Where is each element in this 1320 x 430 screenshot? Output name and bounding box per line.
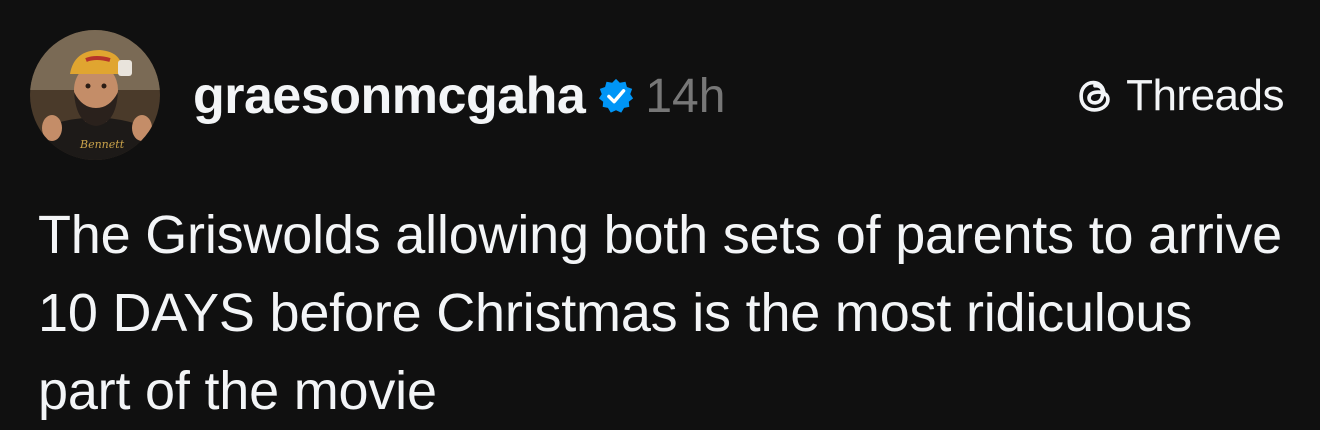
svg-text:Bennett: Bennett <box>79 138 125 151</box>
post-text: The Griswolds allowing both sets of pare… <box>38 205 1282 421</box>
avatar[interactable]: Bennett <box>30 30 160 160</box>
profile-photo: Bennett <box>30 30 160 160</box>
post-timestamp: 14h <box>645 69 726 123</box>
threads-logo-icon <box>1072 73 1118 119</box>
threads-label: Threads <box>1126 71 1284 120</box>
username-link[interactable]: graesonmcgaha <box>193 66 586 126</box>
threads-brand: Threads <box>1072 70 1284 122</box>
post-header: graesonmcgaha 14h <box>193 64 725 128</box>
verified-badge-icon <box>597 77 635 115</box>
